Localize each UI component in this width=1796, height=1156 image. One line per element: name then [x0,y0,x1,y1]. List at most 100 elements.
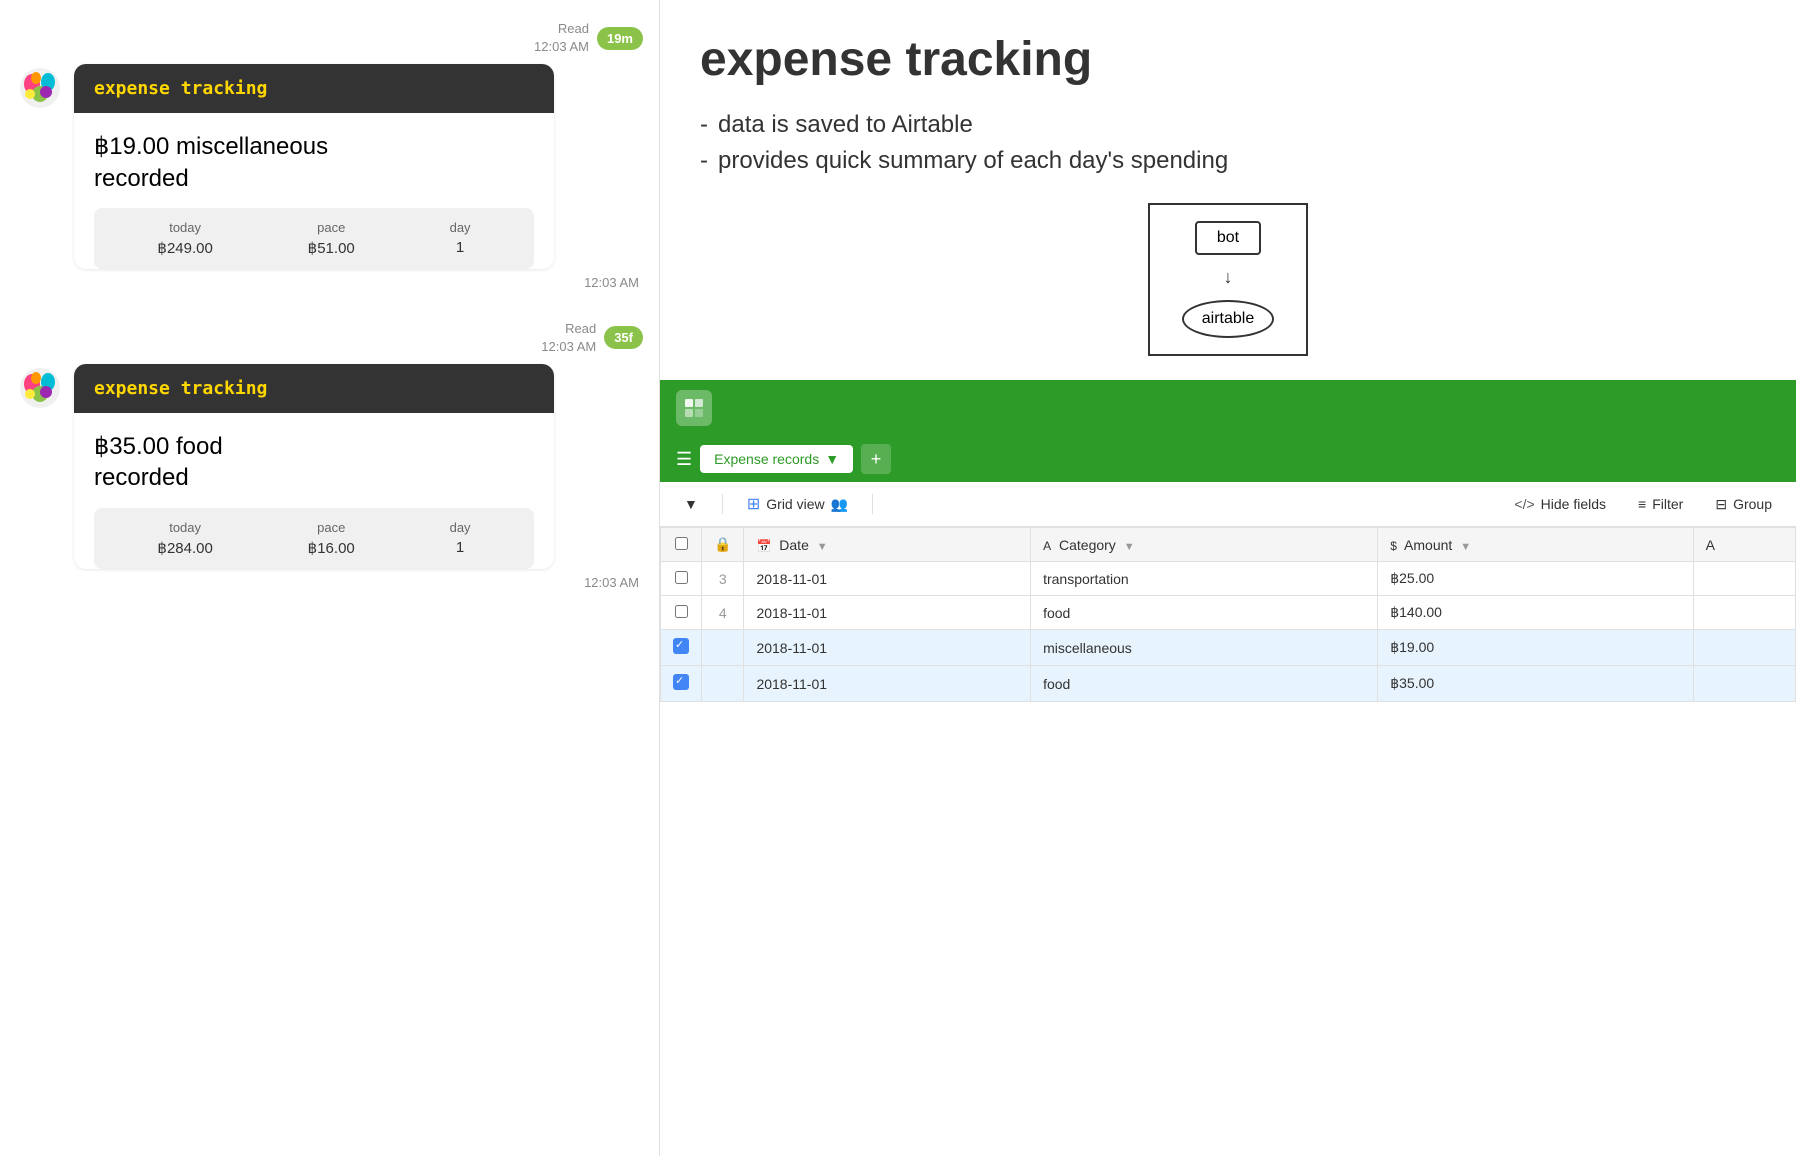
cell-amount-2[interactable]: ฿140.00 [1378,596,1693,630]
category-col-label: Category [1059,537,1116,553]
bubble-amount-1: ฿19.00 miscellaneousrecorded [94,131,534,193]
bubble-title-2: expense tracking [94,378,267,399]
group-label: Group [1733,496,1772,512]
th-checkbox [661,528,702,562]
th-lock: 🔒 [702,528,744,562]
tab-dropdown-icon: ▼ [825,451,839,467]
page-title: expense tracking [700,32,1756,87]
stat-day-value-1: 1 [456,239,464,256]
cell-extra-2 [1693,596,1795,630]
date-col-dropdown[interactable]: ▼ [817,541,828,553]
desc-bullet-2: provides quick summary of each day's spe… [700,143,1756,179]
filter-button[interactable]: ≡ Filter [1630,492,1691,516]
category-col-icon: A [1043,539,1051,553]
th-date: 📅 Date ▼ [744,528,1031,562]
cell-date-2[interactable]: 2018-11-01 [744,596,1031,630]
stat-pace-label-2: pace [317,520,345,535]
people-icon: 👥 [831,496,848,513]
th-extra: A [1693,528,1795,562]
grid-view-button[interactable]: ⊞ Grid view 👥 [739,490,856,518]
bubble-header-1: expense tracking [74,64,554,113]
bubble-stats-2: today ฿284.00 pace ฿16.00 day 1 [94,508,534,569]
date-col-label: Date [779,537,809,553]
group-button[interactable]: ⊟ Group [1707,492,1780,517]
stat-day-2: day 1 [450,520,471,557]
stat-pace-2: pace ฿16.00 [308,520,355,557]
cell-extra-3 [1693,630,1795,666]
expense-records-tab[interactable]: Expense records ▼ [700,445,853,473]
table-row-highlighted-2: 2018-11-01 food ฿35.00 [661,666,1796,702]
th-category: A Category ▼ [1031,528,1378,562]
cell-category-4[interactable]: food [1031,666,1378,702]
row-checkbox-2[interactable] [661,596,702,630]
bubble-header-2: expense tracking [74,364,554,413]
stat-today-1: today ฿249.00 [157,220,212,257]
message-row-2: expense tracking ฿35.00 foodrecorded tod… [16,364,643,589]
desc-bullet-1: data is saved to Airtable [700,107,1756,143]
stat-day-label-1: day [450,220,471,235]
row-num-2: 4 [702,596,744,630]
cell-extra-1 [1693,562,1795,596]
hide-fields-label: Hide fields [1541,496,1606,512]
category-col-dropdown[interactable]: ▼ [1124,541,1135,553]
cell-date-4[interactable]: 2018-11-01 [744,666,1031,702]
grid-view-label: Grid view [766,496,824,512]
stat-day-value-2: 1 [456,539,464,556]
table-row-highlighted-1: 2018-11-01 miscellaneous ฿19.00 [661,630,1796,666]
airtable-toolbar: ☰ Expense records ▼ + [660,436,1796,482]
airtable-header [660,380,1796,436]
grid-view-icon: ⊞ [747,494,760,514]
cell-amount-4[interactable]: ฿35.00 [1378,666,1693,702]
read-text-1: Read 12:03 AM [534,20,589,56]
row-checkbox-3[interactable] [661,630,702,666]
stat-today-label-1: today [169,220,201,235]
cell-date-3[interactable]: 2018-11-01 [744,630,1031,666]
stat-today-label-2: today [169,520,201,535]
row-checkbox-1[interactable] [661,562,702,596]
filter-icon: ≡ [1638,496,1646,512]
stat-day-label-2: day [450,520,471,535]
stat-pace-1: pace ฿51.00 [308,220,355,257]
stat-today-value-1: ฿249.00 [157,239,212,257]
cell-amount-3[interactable]: ฿19.00 [1378,630,1693,666]
bubble-stats-1: today ฿249.00 pace ฿51.00 day 1 [94,208,534,269]
hamburger-button[interactable]: ☰ [676,449,692,470]
amount-col-dropdown[interactable]: ▼ [1460,541,1471,553]
add-tab-button[interactable]: + [861,444,891,474]
read-receipt-2: Read 12:03 AM 35f [16,320,643,356]
toggle-button[interactable]: ▼ [676,492,706,516]
airtable-section: ☰ Expense records ▼ + ▼ ⊞ Grid view 👥 </… [660,380,1796,1156]
hide-fields-button[interactable]: </> Hide fields [1506,492,1614,516]
avatar-2 [16,364,64,412]
th-amount: $ Amount ▼ [1378,528,1693,562]
stat-today-value-2: ฿284.00 [157,539,212,557]
cell-category-1[interactable]: transportation [1031,562,1378,596]
row-num-4 [702,666,744,702]
amount-col-icon: $ [1390,539,1397,553]
select-all-checkbox[interactable] [675,537,688,550]
stat-today-2: today ฿284.00 [157,520,212,557]
cell-category-3[interactable]: miscellaneous [1031,630,1378,666]
diagram-arrow: ↓ [1224,267,1233,288]
read-text-2: Read 12:03 AM [541,320,596,356]
filter-controls: </> Hide fields ≡ Filter ⊟ Group [1506,492,1780,517]
cell-date-1[interactable]: 2018-11-01 [744,562,1031,596]
time-badge-1: 19m [597,27,643,50]
view-controls: ▼ ⊞ Grid view 👥 </> Hide fields ≡ Filter… [660,482,1796,527]
bubble-title-1: expense tracking [94,78,267,99]
cell-amount-1[interactable]: ฿25.00 [1378,562,1693,596]
divider-2 [872,494,873,514]
diagram-node-bot: bot [1195,221,1261,255]
read-receipt-1: Read 12:03 AM 19m [16,20,643,56]
diagram: bot ↓ airtable [700,203,1756,356]
avatar-1 [16,64,64,112]
message-bubble-1: expense tracking ฿19.00 miscellaneousrec… [74,64,554,268]
amount-col-label: Amount [1404,537,1452,553]
cell-category-2[interactable]: food [1031,596,1378,630]
row-num-3 [702,630,744,666]
row-checkbox-4[interactable] [661,666,702,702]
expense-table: 🔒 📅 Date ▼ A Category ▼ $ [660,527,1796,702]
hide-fields-icon: </> [1514,496,1534,512]
message-row-1: expense tracking ฿19.00 miscellaneousrec… [16,64,643,289]
message-block-2: Read 12:03 AM 35f expense [16,320,643,596]
